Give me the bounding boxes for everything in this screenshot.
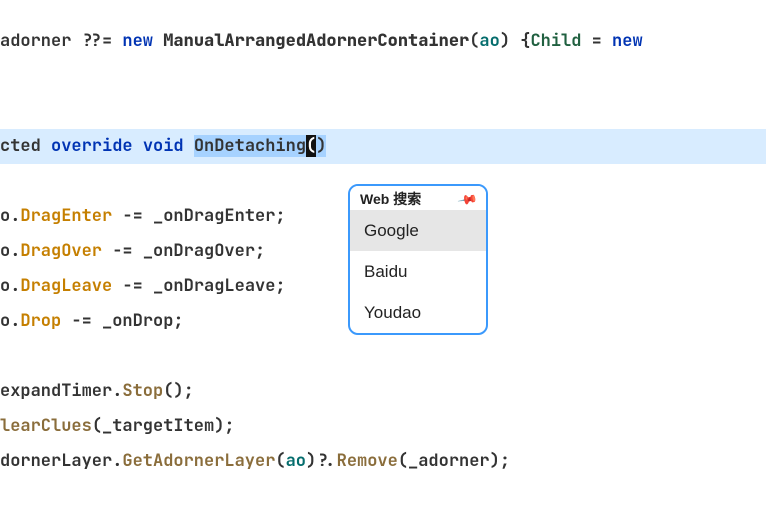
code-line-current[interactable]: cted override void OnDetaching(): [0, 129, 766, 164]
keyword-new: new: [612, 30, 643, 52]
code-text: [133, 135, 143, 157]
code-text: [643, 30, 653, 52]
code-text: )?.: [306, 450, 337, 472]
param-ao: ao: [479, 30, 499, 52]
code-text: ();: [163, 380, 194, 402]
keyword-new: new: [122, 30, 153, 52]
selection-method-name: OnDetaching: [194, 135, 306, 157]
code-text: [184, 135, 194, 157]
menu-title: Web 搜索: [360, 192, 421, 206]
code-text: o.: [0, 240, 20, 262]
code-text: =: [581, 30, 612, 52]
code-text: -= _onDragEnter;: [112, 205, 285, 227]
menu-item-youdao[interactable]: Youdao: [350, 292, 486, 333]
pin-icon[interactable]: 📌: [460, 193, 476, 206]
method-stop: Stop: [122, 380, 163, 402]
prop-dragenter: DragEnter: [20, 205, 112, 227]
blank-line: [0, 339, 766, 374]
code-line[interactable]: dornerLayer.GetAdornerLayer(ao)?.Remove(…: [0, 444, 766, 479]
code-text: (_adorner);: [398, 450, 510, 472]
code-text: -= _onDragLeave;: [112, 275, 285, 297]
keyword-void: void: [143, 135, 184, 157]
type-name: ManualArrangedAdornerContainer: [163, 30, 469, 52]
member-child: Child: [530, 30, 581, 52]
paren: (: [469, 30, 479, 52]
method-getadornerlayer: GetAdornerLayer: [122, 450, 275, 472]
code-text: o.: [0, 275, 20, 297]
blank-line: [0, 59, 766, 94]
web-search-context-menu[interactable]: Web 搜索 📌 Google Baidu Youdao: [348, 184, 488, 335]
code-text: adorner ??=: [0, 30, 122, 52]
selection-paren: ): [316, 135, 326, 157]
menu-header: Web 搜索 📌: [350, 186, 486, 210]
code-line[interactable]: expandTimer.Stop();: [0, 374, 766, 409]
code-text: (_targetItem);: [92, 415, 235, 437]
prop-drop: Drop: [20, 310, 61, 332]
menu-item-baidu[interactable]: Baidu: [350, 251, 486, 292]
code-text: [153, 30, 163, 52]
text-caret: (: [306, 135, 316, 157]
param-ao: ao: [286, 450, 306, 472]
code-text: cted: [0, 135, 51, 157]
code-text: o.: [0, 310, 20, 332]
code-text: -= _onDrop;: [61, 310, 183, 332]
prop-dragover: DragOver: [20, 240, 102, 262]
code-text: o.: [0, 205, 20, 227]
code-editor[interactable]: adorner ??= new ManualArrangedAdornerCon…: [0, 0, 766, 520]
code-text: ) {: [500, 30, 531, 52]
blank-line: [0, 94, 766, 129]
prop-dragleave: DragLeave: [20, 275, 112, 297]
code-line[interactable]: learClues(_targetItem);: [0, 409, 766, 444]
menu-item-google[interactable]: Google: [350, 210, 486, 251]
code-text: expandTimer.: [0, 380, 122, 402]
code-text: -= _onDragOver;: [102, 240, 265, 262]
method-remove: Remove: [337, 450, 398, 472]
code-line[interactable]: adorner ??= new ManualArrangedAdornerCon…: [0, 24, 766, 59]
method-clearclues: learClues: [0, 415, 92, 437]
paren: (: [275, 450, 285, 472]
keyword-override: override: [51, 135, 133, 157]
code-text: dornerLayer.: [0, 450, 122, 472]
